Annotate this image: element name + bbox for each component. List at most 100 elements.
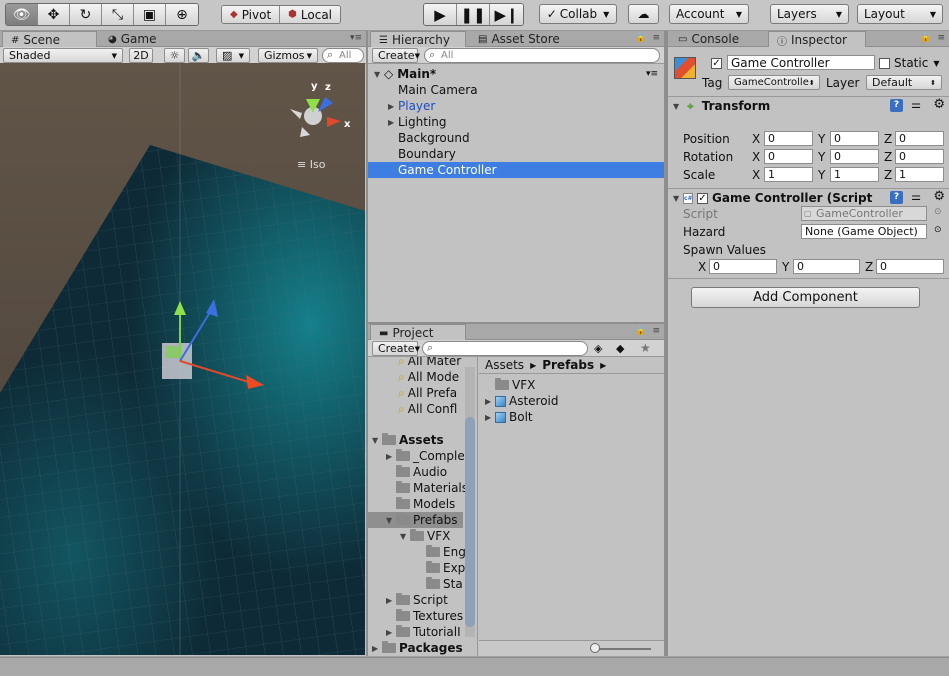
- hierarchy-item-game-controller[interactable]: Game Controller: [368, 162, 664, 178]
- preset-sliders-icon[interactable]: ⚌: [911, 190, 921, 203]
- layout-dropdown[interactable]: Layout ▼: [857, 4, 943, 24]
- tab-scene[interactable]: # Scene: [2, 31, 97, 48]
- favorite-star-icon[interactable]: ★: [640, 341, 651, 355]
- breadcrumb-prefabs[interactable]: Prefabs: [542, 358, 594, 372]
- assets-root[interactable]: ▼ Assets: [368, 432, 444, 448]
- expand-right-icon[interactable]: ▶: [388, 118, 398, 127]
- lock-icon[interactable]: 🔒: [635, 326, 646, 336]
- expand-right-icon[interactable]: ▶: [386, 596, 396, 605]
- scale-tool-icon[interactable]: ⤡: [102, 4, 134, 25]
- pause-button[interactable]: ❚❚: [457, 4, 490, 25]
- component-enabled-checkbox[interactable]: ✓: [697, 192, 708, 204]
- expand-right-icon[interactable]: ▶: [386, 452, 396, 461]
- icon-size-slider-track[interactable]: [595, 648, 651, 650]
- panel-menu-icon[interactable]: ▾≡: [350, 33, 362, 43]
- cloud-button[interactable]: ☁: [628, 4, 659, 24]
- tree-folder-engines[interactable]: Eng: [368, 544, 466, 560]
- panel-menu-icon[interactable]: ≡: [652, 326, 660, 336]
- lock-icon[interactable]: 🔒: [635, 33, 646, 43]
- gear-icon[interactable]: ⚙: [933, 189, 945, 204]
- scale-x-field[interactable]: 1: [764, 167, 813, 182]
- icon-size-slider-thumb[interactable]: [590, 643, 600, 653]
- content-prefab-asteroid[interactable]: ▶ Asteroid: [479, 393, 559, 409]
- tree-folder-audio[interactable]: Audio: [368, 464, 447, 480]
- scale-z-field[interactable]: 1: [895, 167, 944, 182]
- tree-folder-starfield[interactable]: Sta: [368, 576, 463, 592]
- rotation-z-field[interactable]: 0: [895, 149, 944, 164]
- tree-folder-script[interactable]: ▶ Script: [368, 592, 448, 608]
- scene-viewport[interactable]: y z x ≡ Iso: [0, 63, 365, 655]
- play-button[interactable]: ▶: [424, 4, 457, 25]
- tab-game[interactable]: ◕ Game: [100, 31, 164, 47]
- add-component-button[interactable]: Add Component: [691, 287, 920, 308]
- object-name-field[interactable]: Game Controller: [727, 55, 875, 70]
- script-component-header[interactable]: ▼ c# ✓ Game Controller (Script ? ⚌ ⚙: [668, 189, 949, 207]
- transform-tool-icon[interactable]: ⊕: [166, 4, 198, 25]
- project-create-dropdown[interactable]: Create ▼: [372, 341, 420, 356]
- view-tool-icon[interactable]: 👁: [6, 4, 38, 25]
- content-prefab-bolt[interactable]: ▶ Bolt: [479, 409, 533, 425]
- active-checkbox[interactable]: ✓: [711, 56, 726, 69]
- breadcrumb-assets[interactable]: Assets: [485, 358, 524, 372]
- filter-by-type-icon[interactable]: ◈: [594, 342, 602, 355]
- expand-right-icon[interactable]: ▶: [372, 644, 382, 653]
- tab-project[interactable]: ▬ Project: [370, 324, 466, 341]
- collab-dropdown[interactable]: ✓ Collab ▼: [539, 4, 617, 24]
- hierarchy-item-boundary[interactable]: Boundary: [368, 146, 664, 162]
- panel-menu-icon[interactable]: ≡: [652, 33, 660, 43]
- audio-toggle-icon[interactable]: 🔈: [188, 48, 209, 63]
- tree-folder-models[interactable]: Models: [368, 496, 455, 512]
- move-tool-icon[interactable]: ✥: [38, 4, 70, 25]
- tree-folder-complete[interactable]: ▶ _Comple: [368, 448, 465, 464]
- expand-right-icon[interactable]: ▶: [388, 102, 398, 111]
- expand-down-icon[interactable]: ▼: [673, 102, 683, 111]
- rotation-y-field[interactable]: 0: [830, 149, 879, 164]
- static-toggle[interactable]: Static ▼: [879, 56, 939, 70]
- tree-folder-textures[interactable]: Textures: [368, 608, 463, 624]
- expand-right-icon[interactable]: ▶: [485, 397, 495, 406]
- panel-menu-icon[interactable]: ≡: [937, 33, 945, 43]
- tree-scrollbar-track[interactable]: [465, 367, 475, 637]
- hierarchy-search-input[interactable]: All: [424, 48, 660, 63]
- tab-inspector[interactable]: ⓘ Inspector: [768, 31, 866, 48]
- account-dropdown[interactable]: Account ▼: [669, 4, 749, 24]
- mode-2d-toggle[interactable]: 2D: [129, 48, 153, 63]
- expand-down-icon[interactable]: ▼: [372, 436, 382, 445]
- tree-folder-vfx[interactable]: ▼ VFX: [368, 528, 450, 544]
- position-y-field[interactable]: 0: [830, 131, 879, 146]
- hierarchy-item-player[interactable]: ▶ Player: [368, 98, 664, 114]
- layer-dropdown[interactable]: Default ⬍: [866, 75, 942, 90]
- project-search-input[interactable]: [422, 341, 588, 356]
- tree-folder-tutorial[interactable]: ▶ TutorialI: [368, 624, 461, 640]
- rect-tool-icon[interactable]: ▣: [134, 4, 166, 25]
- tree-folder-prefabs[interactable]: ▼ Prefabs: [368, 512, 463, 528]
- rotate-tool-icon[interactable]: ↻: [70, 4, 102, 25]
- object-picker-icon[interactable]: ⊙: [934, 225, 942, 235]
- layers-dropdown[interactable]: Layers ▼: [770, 4, 849, 24]
- spawn-z-field[interactable]: 0: [876, 259, 944, 274]
- position-x-field[interactable]: 0: [764, 131, 813, 146]
- expand-down-icon[interactable]: ▼: [673, 194, 683, 203]
- effects-dropdown[interactable]: ▨ ▼: [216, 48, 250, 63]
- tree-folder-explosions[interactable]: Exp: [368, 560, 465, 576]
- pivot-button[interactable]: ◆ Pivot: [222, 6, 281, 23]
- tab-console[interactable]: ▭ Console: [670, 31, 747, 47]
- scene-root-row[interactable]: ▼ ◇ Main* ▾≡: [368, 66, 664, 82]
- favorite-all-materials[interactable]: ⌕ All Mater: [368, 357, 461, 369]
- scene-search-input[interactable]: All: [322, 48, 364, 63]
- expand-right-icon[interactable]: ▶: [386, 628, 396, 637]
- scale-y-field[interactable]: 1: [830, 167, 879, 182]
- local-button[interactable]: ⬢ Local: [280, 6, 341, 23]
- packages-root[interactable]: ▶ Packages: [368, 640, 463, 656]
- lighting-toggle-icon[interactable]: ☼: [164, 48, 185, 63]
- expand-right-icon[interactable]: ▶: [485, 413, 495, 422]
- expand-down-icon[interactable]: ▼: [386, 516, 396, 525]
- tree-folder-materials[interactable]: Materials: [368, 480, 468, 496]
- projection-toggle[interactable]: ≡ Iso: [297, 158, 325, 171]
- hierarchy-item-background[interactable]: Background: [368, 130, 664, 146]
- hierarchy-item-main-camera[interactable]: Main Camera: [368, 82, 664, 98]
- help-book-icon[interactable]: ?: [890, 99, 903, 112]
- hazard-field[interactable]: None (Game Object): [801, 224, 927, 239]
- expand-down-icon[interactable]: ▼: [374, 70, 384, 79]
- favorite-all-conflicts[interactable]: ⌕ All Confl: [368, 401, 457, 417]
